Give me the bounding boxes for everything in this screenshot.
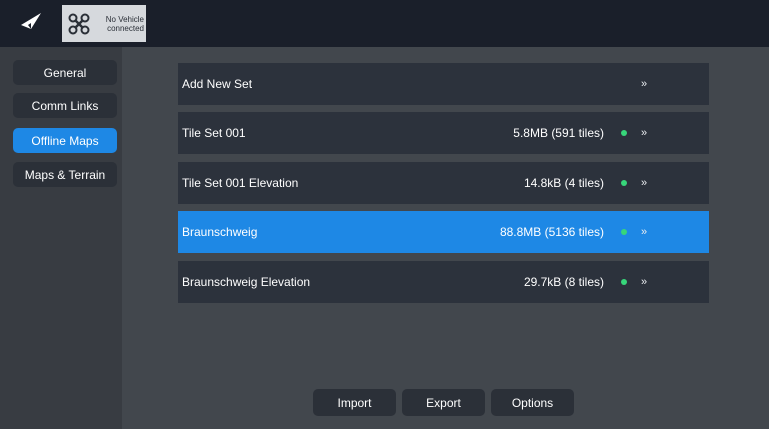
tile-set-row[interactable]: Tile Set 001 5.8MB (591 tiles) » xyxy=(178,112,709,154)
export-button[interactable]: Export xyxy=(402,389,485,416)
status-dot-icon xyxy=(621,279,627,285)
paper-plane-icon xyxy=(20,12,42,35)
export-button-label: Export xyxy=(426,395,461,410)
chevron-right-icon: » xyxy=(641,78,647,90)
tile-set-row-selected[interactable]: Braunschweig 88.8MB (5136 tiles) » xyxy=(178,211,709,253)
tile-set-size: 29.7kB (8 tiles) xyxy=(523,275,604,289)
options-button-label: Options xyxy=(511,395,554,410)
chevron-right-icon: » xyxy=(641,276,647,288)
settings-sidebar: General Comm Links Offline Maps Maps & T… xyxy=(0,47,122,429)
top-toolbar: No Vehicle connected xyxy=(0,0,769,47)
status-dot-icon xyxy=(621,229,627,235)
tile-set-name: Braunschweig Elevation xyxy=(182,275,311,289)
sidebar-item-comm-links[interactable]: Comm Links xyxy=(13,93,117,118)
drone-icon xyxy=(68,13,90,35)
tile-set-name: Tile Set 001 Elevation xyxy=(182,176,299,190)
import-button[interactable]: Import xyxy=(313,389,396,416)
chevron-right-icon: » xyxy=(641,127,647,139)
vehicle-status-line2: connected xyxy=(107,23,144,33)
sidebar-item-general[interactable]: General xyxy=(13,60,117,85)
import-button-label: Import xyxy=(337,395,372,410)
sidebar-item-label: Offline Maps xyxy=(31,133,99,148)
tile-set-name: Add New Set xyxy=(182,77,253,91)
tile-set-size: 88.8MB (5136 tiles) xyxy=(499,225,604,239)
vehicle-status-line1: No Vehicle xyxy=(105,14,144,24)
vehicle-status-text: No Vehicle connected xyxy=(94,15,144,33)
tile-set-size: 14.8kB (4 tiles) xyxy=(523,176,604,190)
status-dot-icon xyxy=(621,180,627,186)
tile-set-name: Braunschweig xyxy=(182,225,258,239)
tile-set-size: 5.8MB (591 tiles) xyxy=(513,126,604,140)
vehicle-status[interactable]: No Vehicle connected xyxy=(62,5,146,42)
sidebar-item-label: Maps & Terrain xyxy=(24,167,106,182)
sidebar-item-label: Comm Links xyxy=(31,98,99,113)
status-dot-icon xyxy=(621,130,627,136)
fly-view-button[interactable] xyxy=(0,0,62,47)
chevron-right-icon: » xyxy=(641,226,647,238)
sidebar-item-maps-terrain[interactable]: Maps & Terrain xyxy=(13,162,117,187)
sidebar-item-label: General xyxy=(43,65,87,80)
sidebar-item-offline-maps[interactable]: Offline Maps xyxy=(13,128,117,153)
add-new-set-row[interactable]: Add New Set » xyxy=(178,63,709,105)
tile-set-name: Tile Set 001 xyxy=(182,126,246,140)
tile-set-row[interactable]: Tile Set 001 Elevation 14.8kB (4 tiles) … xyxy=(178,162,709,204)
chevron-right-icon: » xyxy=(641,177,647,189)
tile-set-row[interactable]: Braunschweig Elevation 29.7kB (8 tiles) … xyxy=(178,261,709,303)
options-button[interactable]: Options xyxy=(491,389,574,416)
